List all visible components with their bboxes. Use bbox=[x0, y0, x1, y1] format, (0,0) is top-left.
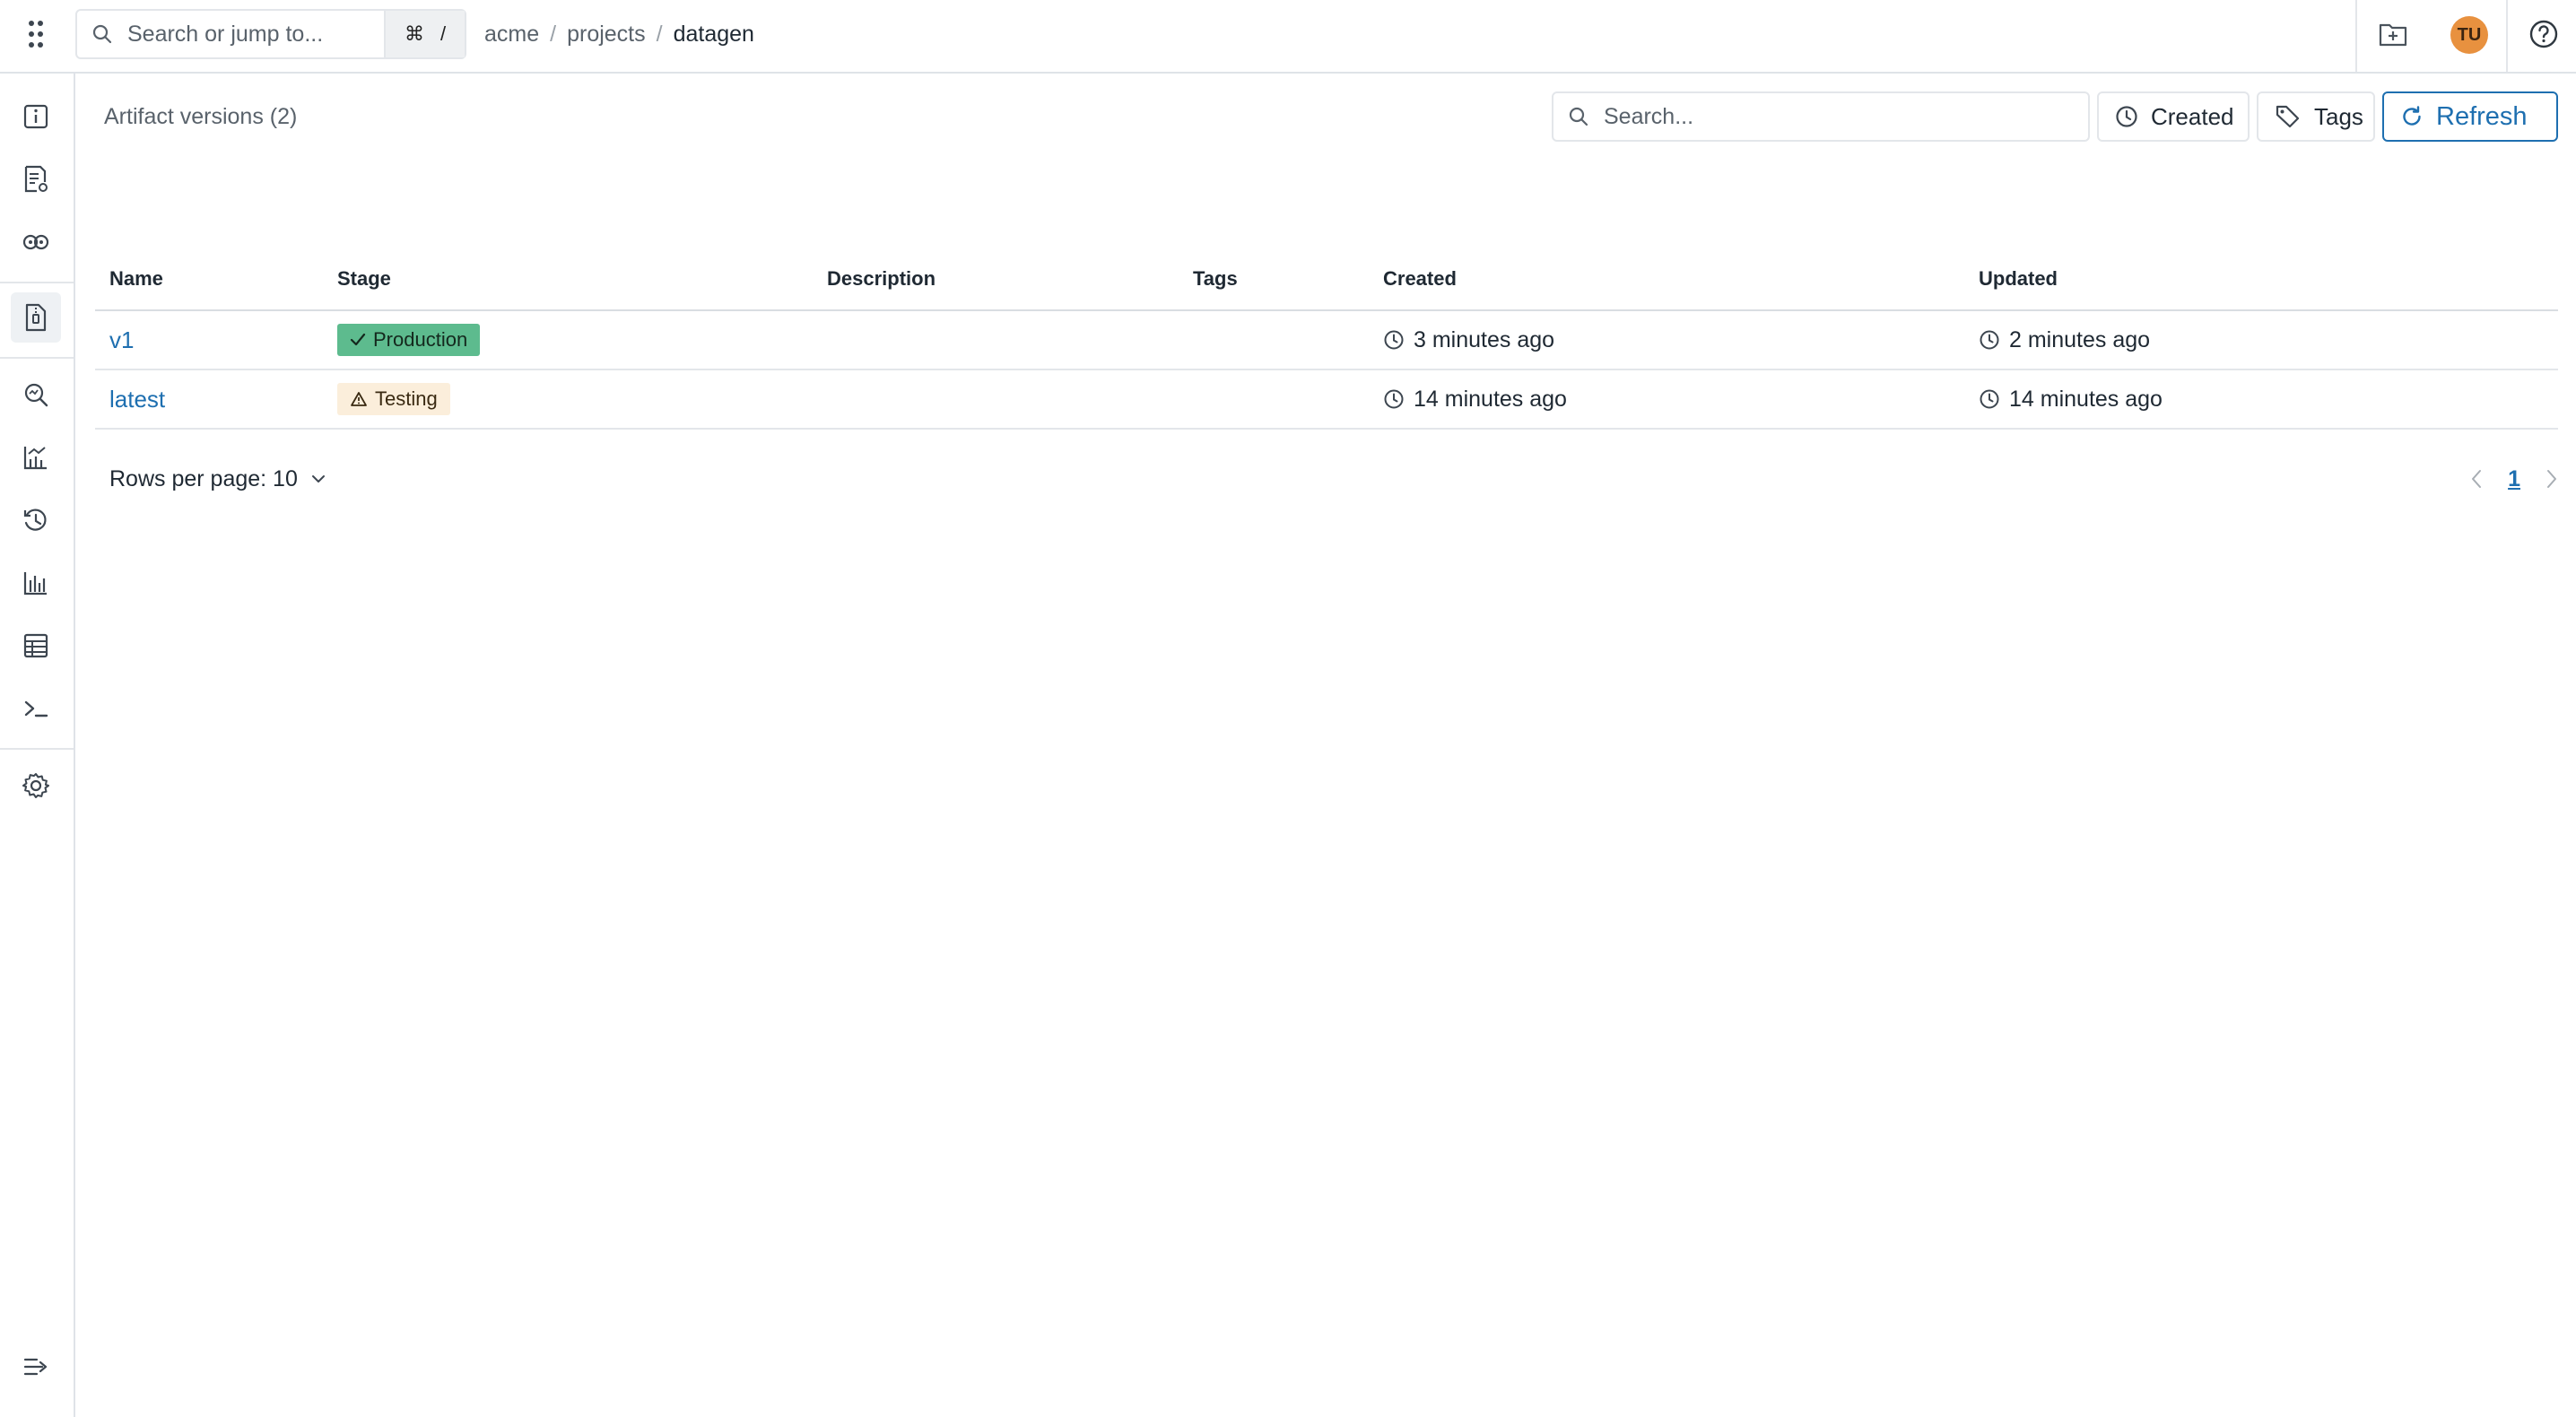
breadcrumb-projects[interactable]: projects bbox=[567, 22, 646, 48]
stage-badge: Testing bbox=[337, 383, 450, 415]
gear-icon[interactable] bbox=[11, 761, 61, 811]
topbar-divider bbox=[2355, 0, 2357, 72]
table-row[interactable]: latest Testing 14 minutes ago 14 minutes… bbox=[95, 369, 2558, 430]
column-header-stage[interactable]: Stage bbox=[323, 248, 813, 311]
breadcrumb: acme / projects / datagen bbox=[484, 18, 754, 50]
search-icon bbox=[91, 23, 113, 45]
refresh-button[interactable]: Refresh bbox=[2382, 91, 2558, 142]
clock-icon bbox=[2115, 105, 2138, 128]
tags-cell bbox=[1179, 310, 1369, 370]
created-filter-label: Created bbox=[2151, 102, 2234, 130]
table-icon[interactable] bbox=[11, 621, 61, 671]
top-bar: ⌘ / acme / projects / datagen TU bbox=[0, 0, 2576, 74]
updated-time: 2 minutes ago bbox=[2009, 326, 2151, 352]
created-cell: 14 minutes ago bbox=[1383, 387, 1964, 413]
history-icon[interactable] bbox=[11, 495, 61, 545]
document-settings-icon[interactable] bbox=[11, 154, 61, 204]
sidebar-divider bbox=[0, 357, 74, 359]
search-icon bbox=[1568, 106, 1589, 127]
updated-cell: 14 minutes ago bbox=[1979, 387, 2558, 413]
global-search-input[interactable] bbox=[127, 21, 370, 48]
table-row[interactable]: v1 Production 3 minutes ago 2 minutes ag… bbox=[95, 310, 2558, 370]
breadcrumb-org[interactable]: acme bbox=[484, 22, 539, 48]
created-cell: 3 minutes ago bbox=[1383, 327, 1964, 353]
stage-badge: Production bbox=[337, 324, 481, 356]
chevron-down-icon bbox=[310, 474, 326, 484]
refresh-label: Refresh bbox=[2436, 101, 2528, 131]
refresh-icon bbox=[2400, 105, 2424, 128]
rows-per-page-label: Rows per page: 10 bbox=[109, 465, 298, 491]
updated-time: 14 minutes ago bbox=[2009, 386, 2163, 412]
clock-icon bbox=[1383, 388, 1405, 410]
new-folder-icon[interactable] bbox=[2375, 16, 2411, 52]
left-sidebar bbox=[0, 74, 75, 1417]
column-header-description[interactable]: Description bbox=[813, 248, 1179, 311]
created-filter-button[interactable]: Created bbox=[2097, 91, 2250, 142]
slash-key: / bbox=[439, 22, 447, 45]
sidebar-divider bbox=[0, 282, 74, 283]
analytics-icon[interactable] bbox=[11, 432, 61, 482]
created-time: 14 minutes ago bbox=[1414, 386, 1567, 412]
app-switcher-icon[interactable] bbox=[20, 16, 52, 52]
warning-icon bbox=[350, 391, 368, 407]
stage-label: Production bbox=[373, 328, 468, 351]
chevron-left-icon[interactable] bbox=[2470, 468, 2483, 490]
explore-icon[interactable] bbox=[11, 369, 61, 420]
sidebar-divider bbox=[0, 748, 74, 750]
column-header-name[interactable]: Name bbox=[95, 248, 323, 311]
cmd-key: ⌘ bbox=[404, 22, 424, 45]
updated-cell: 2 minutes ago bbox=[1979, 327, 2558, 353]
artifact-icon[interactable] bbox=[11, 292, 61, 343]
model-icon[interactable] bbox=[11, 217, 61, 267]
topbar-divider bbox=[2506, 0, 2508, 72]
breadcrumb-separator: / bbox=[656, 21, 663, 47]
breadcrumb-separator: / bbox=[550, 21, 557, 47]
page-title: Artifact versions (2) bbox=[104, 104, 298, 129]
versions-table: Name Stage Description Tags Created Upda… bbox=[95, 248, 2558, 430]
version-name-link[interactable]: v1 bbox=[109, 326, 134, 353]
clock-icon bbox=[1383, 329, 1405, 351]
chevron-right-icon[interactable] bbox=[2546, 468, 2558, 490]
breadcrumb-project[interactable]: datagen bbox=[674, 22, 754, 48]
column-header-updated[interactable]: Updated bbox=[1964, 248, 2558, 311]
rows-per-page-select[interactable]: Rows per page: 10 bbox=[109, 459, 326, 499]
checkmark-icon bbox=[350, 333, 366, 347]
page-number[interactable]: 1 bbox=[2508, 466, 2520, 492]
stage-label: Testing bbox=[375, 387, 438, 410]
tag-icon bbox=[2275, 104, 2302, 129]
version-name-link[interactable]: latest bbox=[109, 386, 165, 413]
clock-icon bbox=[1979, 329, 2000, 351]
description-cell bbox=[813, 310, 1179, 370]
expand-sidebar-icon[interactable] bbox=[11, 1342, 61, 1392]
tags-filter-label: Tags bbox=[2314, 102, 2363, 130]
help-icon[interactable] bbox=[2526, 16, 2562, 52]
tags-filter-button[interactable]: Tags bbox=[2257, 91, 2375, 142]
info-icon[interactable] bbox=[11, 91, 61, 142]
main-content: Artifact versions (2) Created Tags Refre… bbox=[75, 74, 2576, 1417]
clock-icon bbox=[1979, 388, 2000, 410]
keyboard-shortcut-hint: ⌘ / bbox=[384, 11, 465, 57]
description-cell bbox=[813, 369, 1179, 430]
tags-cell bbox=[1179, 369, 1369, 430]
table-header-row: Name Stage Description Tags Created Upda… bbox=[95, 248, 2558, 311]
versions-search[interactable] bbox=[1552, 91, 2090, 142]
versions-search-input[interactable] bbox=[1604, 103, 2070, 130]
created-time: 3 minutes ago bbox=[1414, 326, 1555, 352]
user-avatar[interactable]: TU bbox=[2450, 16, 2488, 54]
column-header-created[interactable]: Created bbox=[1369, 248, 1964, 311]
pagination: 1 bbox=[2470, 461, 2558, 497]
global-search[interactable]: ⌘ / bbox=[75, 9, 466, 59]
column-header-tags[interactable]: Tags bbox=[1179, 248, 1369, 311]
bar-chart-icon[interactable] bbox=[11, 558, 61, 608]
terminal-icon[interactable] bbox=[11, 683, 61, 734]
